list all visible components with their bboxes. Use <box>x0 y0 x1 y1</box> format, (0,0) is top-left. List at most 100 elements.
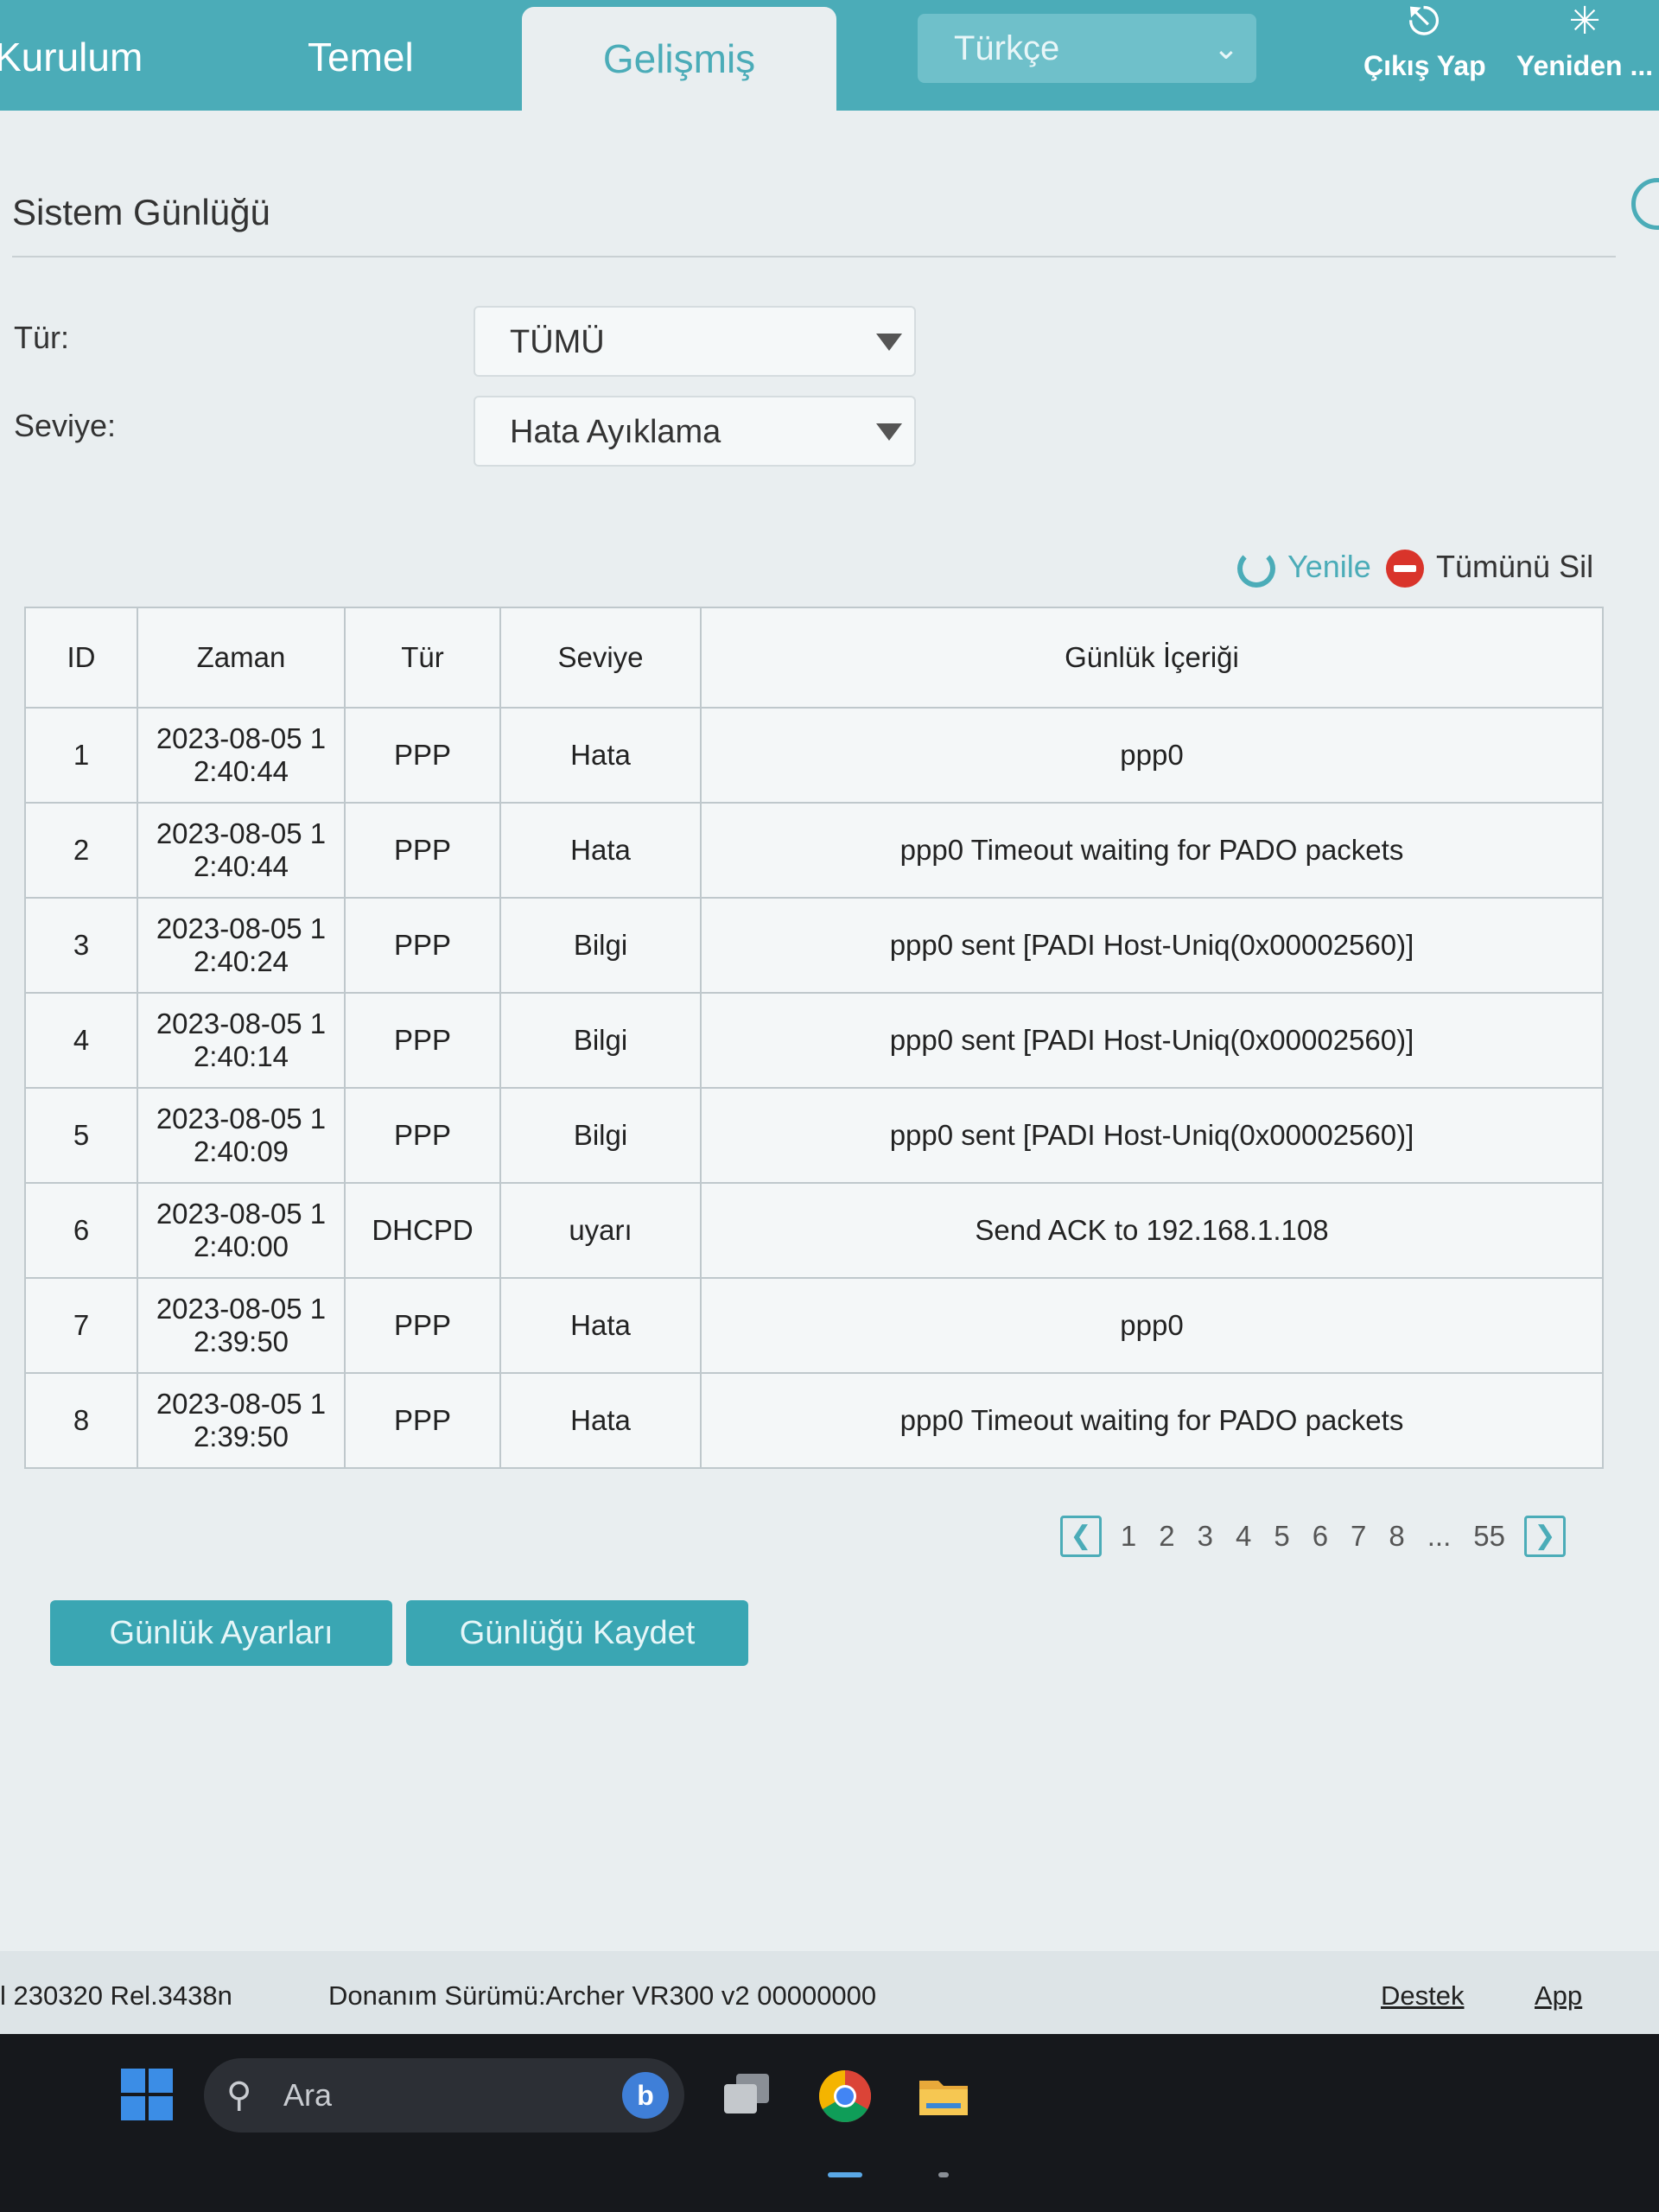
page-link[interactable]: 5 <box>1270 1520 1293 1553</box>
tab-temel[interactable]: Temel <box>308 0 414 111</box>
page-title: Sistem Günlüğü <box>12 192 270 232</box>
delete-all-button[interactable]: Tümünü Sil <box>1386 543 1593 591</box>
cell-time: 2023-08-05 1 2:40:14 <box>137 992 346 1089</box>
dropdown-arrow-icon <box>876 334 902 351</box>
table-header-row: ID Zaman Tür Seviye Günlük İçeriği <box>24 607 1604 709</box>
page-link[interactable]: 7 <box>1347 1520 1370 1553</box>
taskbar-search[interactable]: ⚲ Ara b <box>204 2058 684 2133</box>
cell-time: 2023-08-05 1 2:40:24 <box>137 897 346 994</box>
cell-time-date: 2023-08-05 1 <box>156 722 327 754</box>
cell-time: 2023-08-05 1 2:39:50 <box>137 1372 346 1469</box>
page-link-last[interactable]: 55 <box>1470 1520 1509 1553</box>
cell-time-clock: 2:40:24 <box>193 945 289 977</box>
type-select[interactable]: TÜMÜ <box>474 306 916 377</box>
logout-button[interactable]: ⎋ Çıkış Yap <box>1363 0 1486 111</box>
cell-time-date: 2023-08-05 1 <box>156 1388 327 1420</box>
cell-time: 2023-08-05 1 2:40:44 <box>137 802 346 899</box>
language-select[interactable]: Türkçe ⌄ <box>918 14 1256 83</box>
dropdown-arrow-icon <box>876 423 902 441</box>
table-row: 6 2023-08-05 1 2:40:00 DHCPD uyarı Send A… <box>24 1182 1604 1279</box>
active-app-indicator <box>828 2172 862 2177</box>
next-page-icon[interactable]: ❯ <box>1524 1516 1566 1557</box>
reboot-button[interactable]: ✳ Yeniden ... <box>1516 0 1654 111</box>
cell-content: ppp0 <box>700 707 1604 804</box>
chrome-icon[interactable] <box>817 2069 873 2124</box>
cell-id: 6 <box>24 1182 138 1279</box>
task-view-icon[interactable] <box>719 2069 774 2124</box>
file-explorer-icon[interactable] <box>916 2069 971 2124</box>
log-settings-button[interactable]: Günlük Ayarları <box>50 1600 392 1666</box>
cell-level: Bilgi <box>499 1087 702 1184</box>
cell-level: Hata <box>499 802 702 899</box>
refresh-button[interactable]: Yenile <box>1237 543 1371 591</box>
help-icon[interactable] <box>1631 178 1659 230</box>
cell-time-clock: 2:39:50 <box>193 1421 289 1452</box>
table-row: 7 2023-08-05 1 2:39:50 PPP Hata ppp0 <box>24 1277 1604 1374</box>
cell-id: 4 <box>24 992 138 1089</box>
cell-time-date: 2023-08-05 1 <box>156 817 327 849</box>
column-header-time: Zaman <box>137 607 346 709</box>
delete-icon <box>1386 550 1424 588</box>
reboot-label: Yeniden ... <box>1516 50 1654 81</box>
cell-level: Hata <box>499 707 702 804</box>
page-link[interactable]: 4 <box>1232 1520 1255 1553</box>
column-header-id: ID <box>24 607 138 709</box>
page-link[interactable]: 1 <box>1117 1520 1140 1553</box>
cell-time-date: 2023-08-05 1 <box>156 1293 327 1325</box>
cell-id: 5 <box>24 1087 138 1184</box>
type-select-value: TÜMÜ <box>510 324 605 360</box>
footer: l 230320 Rel.3438n Donanım Sürümü:Archer… <box>0 1951 1659 2034</box>
cell-type: PPP <box>344 1277 501 1374</box>
level-select[interactable]: Hata Ayıklama <box>474 396 916 467</box>
level-label: Seviye: <box>14 408 117 443</box>
cell-time-clock: 2:40:00 <box>193 1230 289 1262</box>
hardware-version: Donanım Sürümü:Archer VR300 v2 00000000 <box>328 1980 877 2011</box>
cell-type: PPP <box>344 897 501 994</box>
cell-id: 7 <box>24 1277 138 1374</box>
table-row: 4 2023-08-05 1 2:40:14 PPP Bilgi ppp0 sen… <box>24 992 1604 1089</box>
table-row: 2 2023-08-05 1 2:40:44 PPP Hata ppp0 Time… <box>24 802 1604 899</box>
column-header-type: Tür <box>344 607 501 709</box>
cell-content: ppp0 Timeout waiting for PADO packets <box>700 802 1604 899</box>
page-link[interactable]: 6 <box>1309 1520 1332 1553</box>
app-link[interactable]: App <box>1535 1980 1582 2012</box>
cell-time-clock: 2:40:14 <box>193 1040 289 1072</box>
divider <box>12 256 1616 257</box>
table-row: 1 2023-08-05 1 2:40:44 PPP Hata ppp0 <box>24 707 1604 804</box>
support-link[interactable]: Destek <box>1381 1980 1464 2012</box>
top-navigation: Kurulum Temel Gelişmiş Türkçe ⌄ ⎋ Çıkış … <box>0 0 1659 111</box>
app-indicator <box>938 2172 949 2177</box>
log-table: ID Zaman Tür Seviye Günlük İçeriği 1 202… <box>24 607 1604 1469</box>
pagination: ❮ 1 2 3 4 5 6 7 8 ... 55 ❯ <box>1059 1512 1566 1560</box>
save-log-button[interactable]: Günlüğü Kaydet <box>406 1600 748 1666</box>
tab-kurulum[interactable]: Kurulum <box>0 0 143 111</box>
cell-type: DHCPD <box>344 1182 501 1279</box>
cell-time-clock: 2:39:50 <box>193 1325 289 1357</box>
cell-level: Bilgi <box>499 992 702 1089</box>
cell-id: 2 <box>24 802 138 899</box>
windows-start-icon[interactable] <box>121 2069 173 2120</box>
firmware-version: l 230320 Rel.3438n <box>0 1980 232 2011</box>
bing-icon: b <box>622 2072 669 2119</box>
tab-gelismis[interactable]: Gelişmiş <box>522 7 836 111</box>
reboot-icon: ✳ <box>1568 0 1601 42</box>
cell-time-clock: 2:40:44 <box>193 850 289 882</box>
table-row: 8 2023-08-05 1 2:39:50 PPP Hata ppp0 Time… <box>24 1372 1604 1469</box>
cell-time-date: 2023-08-05 1 <box>156 1198 327 1230</box>
taskbar-search-placeholder: Ara <box>283 2077 333 2113</box>
table-row: 5 2023-08-05 1 2:40:09 PPP Bilgi ppp0 sen… <box>24 1087 1604 1184</box>
previous-page-icon[interactable]: ❮ <box>1059 1516 1102 1557</box>
page-link[interactable]: 2 <box>1155 1520 1178 1553</box>
cell-level: Hata <box>499 1372 702 1469</box>
type-label: Tür: <box>14 320 70 355</box>
cell-id: 3 <box>24 897 138 994</box>
language-value: Türkçe <box>954 29 1060 67</box>
cell-content: ppp0 Timeout waiting for PADO packets <box>700 1372 1604 1469</box>
cell-time-date: 2023-08-05 1 <box>156 1007 327 1039</box>
page-link[interactable]: 8 <box>1385 1520 1408 1553</box>
cell-content: Send ACK to 192.168.1.108 <box>700 1182 1604 1279</box>
cell-id: 8 <box>24 1372 138 1469</box>
page-link[interactable]: 3 <box>1194 1520 1217 1553</box>
cell-type: PPP <box>344 802 501 899</box>
refresh-label: Yenile <box>1287 549 1371 584</box>
